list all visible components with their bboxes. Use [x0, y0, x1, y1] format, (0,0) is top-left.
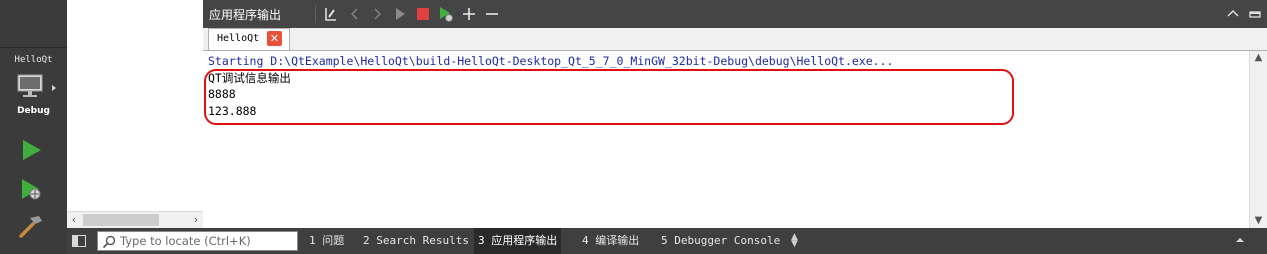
- run-icon[interactable]: [17, 136, 45, 164]
- vertical-scrollbar[interactable]: ▲ ▼: [1249, 51, 1267, 228]
- scrollbar-thumb[interactable]: [83, 214, 159, 226]
- scroll-right-icon[interactable]: ›: [189, 213, 203, 227]
- tab-helloqt[interactable]: HelloQt ✕: [208, 28, 290, 50]
- locator[interactable]: [97, 231, 298, 251]
- mode-selector-bar: HelloQt Debug: [0, 0, 67, 254]
- toolbar-separator: [315, 5, 316, 23]
- scroll-down-icon[interactable]: ▼: [1250, 214, 1267, 228]
- more-panes-icon[interactable]: ▲ ▼: [791, 233, 798, 249]
- tab-application-output[interactable]: 3 应用程序输出: [474, 228, 562, 254]
- pane-title: 应用程序输出: [209, 8, 282, 22]
- output-line-starting: Starting D:\QtExample\HelloQt\build-Hell…: [208, 54, 894, 68]
- maximize-icon[interactable]: [1224, 5, 1242, 23]
- zoom-in-icon[interactable]: [460, 5, 478, 23]
- toggle-sidebar-icon[interactable]: [71, 233, 87, 249]
- show-output-panes-icon[interactable]: [1235, 235, 1245, 245]
- mode-separator: [0, 47, 67, 48]
- scroll-up-icon[interactable]: ▲: [1250, 51, 1267, 65]
- project-label: HelloQt: [14, 55, 53, 65]
- tab-issues[interactable]: 1 问题: [305, 228, 348, 254]
- search-icon: [102, 235, 116, 249]
- horizontal-scrollbar[interactable]: ‹ ›: [67, 211, 203, 228]
- target-selector-arrow-icon[interactable]: [50, 84, 58, 92]
- tab-search-results[interactable]: 2 Search Results: [359, 228, 473, 254]
- close-icon[interactable]: ✕: [267, 31, 282, 46]
- clear-output-icon[interactable]: [322, 5, 340, 23]
- build-hammer-icon[interactable]: [17, 212, 45, 240]
- highlight-annotation: [204, 69, 1014, 125]
- zoom-out-icon[interactable]: [483, 5, 501, 23]
- tab-label: HelloQt: [217, 33, 260, 44]
- side-panel: [67, 0, 204, 228]
- next-icon[interactable]: [368, 5, 386, 23]
- tab-compile-output[interactable]: 4 编译输出: [578, 228, 643, 254]
- debug-run-icon[interactable]: [437, 5, 455, 23]
- status-bar: 1 问题 2 Search Results 3 应用程序输出 4 编译输出 5 …: [67, 228, 1267, 254]
- output-tab-strip: HelloQt ✕: [203, 28, 1267, 51]
- close-pane-icon[interactable]: [1246, 5, 1264, 23]
- locator-input[interactable]: [120, 233, 292, 249]
- previous-icon[interactable]: [346, 5, 364, 23]
- output-pane-toolbar: 应用程序输出: [203, 0, 1267, 28]
- build-config-label: Debug: [17, 106, 50, 116]
- run-icon[interactable]: [391, 5, 409, 23]
- application-output-area[interactable]: Starting D:\QtExample\HelloQt\build-Hell…: [203, 51, 1249, 228]
- monitor-icon[interactable]: [16, 72, 44, 100]
- stop-icon[interactable]: [414, 5, 432, 23]
- scroll-left-icon[interactable]: ‹: [67, 213, 81, 227]
- debug-run-icon[interactable]: [17, 175, 45, 203]
- tab-debugger-console[interactable]: 5 Debugger Console: [657, 228, 784, 254]
